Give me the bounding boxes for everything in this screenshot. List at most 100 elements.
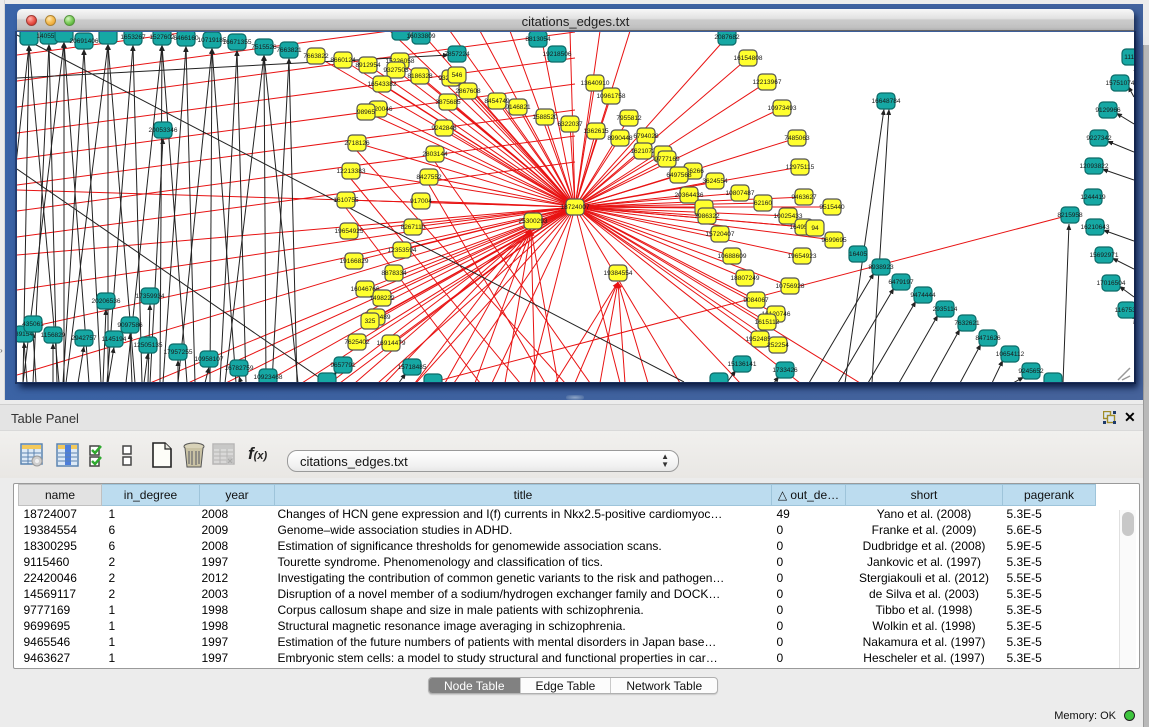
svg-text:17957255: 17957255 xyxy=(164,349,193,356)
svg-text:3624554: 3624554 xyxy=(702,178,728,185)
svg-text:12093822: 12093822 xyxy=(1080,163,1109,170)
svg-text:8878334: 8878334 xyxy=(381,270,407,277)
svg-text:15136141: 15136141 xyxy=(728,361,757,368)
svg-text:9699695: 9699695 xyxy=(821,237,847,244)
svg-text:2867608: 2867608 xyxy=(455,88,481,95)
svg-text:17359934: 17359934 xyxy=(136,293,165,300)
svg-text:16543382: 16543382 xyxy=(368,81,397,88)
svg-text:16033809: 16033809 xyxy=(407,33,436,40)
svg-text:252254: 252254 xyxy=(767,342,789,349)
svg-text:2087682: 2087682 xyxy=(714,34,740,41)
svg-text:12353594: 12353594 xyxy=(388,247,417,254)
svg-text:435061: 435061 xyxy=(22,321,44,328)
svg-text:9084067: 9084067 xyxy=(743,297,769,304)
svg-text:7986322: 7986322 xyxy=(694,213,720,220)
svg-text:9777169: 9777169 xyxy=(654,156,680,163)
svg-text:16914479: 16914479 xyxy=(377,340,406,347)
svg-text:12505135: 12505135 xyxy=(134,342,163,349)
svg-text:1621072: 1621072 xyxy=(630,148,656,155)
svg-text:7515526: 7515526 xyxy=(251,44,277,51)
svg-text:3875685: 3875685 xyxy=(435,99,461,106)
svg-text:1498222: 1498222 xyxy=(369,295,395,302)
svg-text:546: 546 xyxy=(452,72,463,79)
svg-text:17016504: 17016504 xyxy=(1097,280,1126,287)
svg-text:7857224: 7857224 xyxy=(444,51,470,58)
svg-text:8471626: 8471626 xyxy=(975,335,1001,342)
svg-text:10923468: 10923468 xyxy=(254,374,283,381)
svg-text:16405: 16405 xyxy=(849,251,867,258)
svg-text:9245652: 9245652 xyxy=(1018,368,1044,375)
svg-text:9327503: 9327503 xyxy=(383,67,409,74)
svg-text:19166829: 19166829 xyxy=(340,258,369,265)
svg-text:10958107: 10958107 xyxy=(195,356,224,363)
svg-text:1527602: 1527602 xyxy=(149,34,175,41)
svg-text:1610755: 1610755 xyxy=(333,197,359,204)
svg-text:12213383: 12213383 xyxy=(337,168,366,175)
svg-text:16648784: 16648784 xyxy=(872,98,901,105)
svg-text:20206536: 20206536 xyxy=(92,298,121,305)
svg-text:6466160: 6466160 xyxy=(173,35,199,42)
svg-text:1145194: 1145194 xyxy=(102,336,127,343)
svg-text:917004: 917004 xyxy=(410,198,432,205)
svg-text:16782759: 16782759 xyxy=(225,365,254,372)
svg-text:1362615: 1362615 xyxy=(583,128,609,135)
svg-text:6497568: 6497568 xyxy=(666,172,692,179)
svg-text:9242848: 9242848 xyxy=(431,125,457,132)
svg-text:12975115: 12975115 xyxy=(786,164,815,171)
svg-text:8990448: 8990448 xyxy=(607,135,633,142)
svg-text:7625402: 7625402 xyxy=(344,339,370,346)
svg-text:62160: 62160 xyxy=(754,200,772,207)
svg-text:10961758: 10961758 xyxy=(597,93,626,100)
svg-text:1733426: 1733426 xyxy=(772,367,798,374)
svg-text:1117: 1117 xyxy=(1124,54,1134,61)
svg-text:9227342: 9227342 xyxy=(1086,135,1112,142)
svg-text:10973493: 10973493 xyxy=(768,105,797,112)
svg-text:10807487: 10807487 xyxy=(726,190,755,197)
svg-text:16210643: 16210643 xyxy=(1081,224,1110,231)
svg-text:7663821: 7663821 xyxy=(276,47,302,54)
svg-text:1156829: 1156829 xyxy=(41,332,66,339)
svg-text:8267110: 8267110 xyxy=(401,224,426,231)
svg-text:1167533: 1167533 xyxy=(1115,307,1134,314)
svg-text:9657791: 9657791 xyxy=(330,362,356,369)
svg-text:1615112: 1615112 xyxy=(755,319,780,326)
svg-text:10688609: 10688609 xyxy=(718,253,747,260)
svg-text:12213967: 12213967 xyxy=(753,79,782,86)
svg-text:2803144: 2803144 xyxy=(422,151,448,158)
svg-text:8938923: 8938923 xyxy=(868,264,894,271)
svg-text:1244419: 1244419 xyxy=(1080,194,1106,201)
svg-text:9146821: 9146821 xyxy=(505,104,531,111)
svg-text:19654923: 19654923 xyxy=(788,253,817,260)
svg-text:2718126: 2718126 xyxy=(344,140,370,147)
svg-text:9474444: 9474444 xyxy=(910,292,936,299)
svg-text:7485063: 7485063 xyxy=(784,135,810,142)
svg-text:2942757: 2942757 xyxy=(71,335,97,342)
svg-text:8215958: 8215958 xyxy=(1057,212,1083,219)
svg-text:1653267: 1653267 xyxy=(120,34,146,41)
svg-text:7663822: 7663822 xyxy=(303,53,329,60)
svg-text:9097586: 9097586 xyxy=(117,322,143,329)
svg-text:6794028: 6794028 xyxy=(633,133,659,140)
svg-text:1588520: 1588520 xyxy=(532,114,558,121)
svg-text:98965: 98965 xyxy=(357,109,375,116)
svg-text:9129966: 9129966 xyxy=(1095,107,1121,114)
svg-text:8186328: 8186328 xyxy=(407,73,433,80)
svg-text:15720407: 15720407 xyxy=(706,231,735,238)
svg-text:7632621: 7632621 xyxy=(954,320,980,327)
svg-text:16671355: 16671355 xyxy=(223,39,252,46)
svg-text:18807249: 18807249 xyxy=(731,275,760,282)
svg-text:8660124: 8660124 xyxy=(330,57,356,64)
svg-text:8813054: 8813054 xyxy=(525,36,551,43)
svg-text:10654112: 10654112 xyxy=(996,351,1025,358)
svg-text:325: 325 xyxy=(365,318,376,325)
svg-text:15718485: 15718485 xyxy=(398,364,427,371)
svg-text:94: 94 xyxy=(811,225,819,232)
svg-text:19384554: 19384554 xyxy=(604,270,633,277)
svg-text:15751074: 15751074 xyxy=(1106,80,1134,87)
svg-text:20691406: 20691406 xyxy=(70,38,99,45)
svg-text:9463627: 9463627 xyxy=(791,194,817,201)
svg-text:16154808: 16154808 xyxy=(734,55,763,62)
svg-text:6322037: 6322037 xyxy=(557,121,583,128)
svg-text:25300293: 25300293 xyxy=(519,218,548,225)
svg-text:19654925: 19654925 xyxy=(335,228,364,235)
